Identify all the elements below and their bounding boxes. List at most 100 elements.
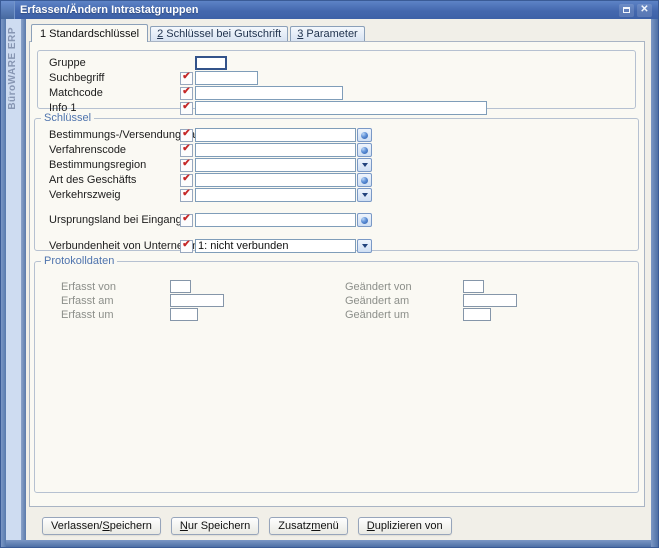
gruppe-row: Gruppe (49, 56, 635, 70)
brand-text: BüroWARE ERP (7, 27, 18, 110)
window-frame-bottom (1, 540, 658, 547)
titlebar[interactable]: Erfassen/Ändern Intrastatgruppen ✕ (1, 1, 658, 19)
close-icon: ✕ (640, 5, 648, 15)
erfasst-um-row: Erfasst um (61, 308, 345, 321)
geaendert-am-input[interactable] (463, 294, 517, 307)
globe-icon (361, 147, 368, 154)
geaendert-von-row: Geändert von (345, 280, 517, 293)
ursprungsland-bei-eingang-row: Ursprungsland bei Eingang ✔ (49, 213, 638, 227)
left-divider (21, 19, 26, 540)
restore-window-button[interactable] (619, 4, 634, 17)
erfasst-am-input[interactable] (170, 294, 224, 307)
bestimmungsregion-dropdown-button[interactable] (357, 158, 372, 172)
check-icon: ✔ (182, 214, 190, 224)
brand-strip: BüroWARE ERP (6, 19, 21, 540)
check-icon: ✔ (182, 144, 190, 154)
check-icon: ✔ (182, 87, 190, 97)
check-icon: ✔ (182, 129, 190, 139)
verfahrenscode-label: Verfahrenscode (49, 144, 180, 156)
tabstrip: 1 Standardschlüssel 2 Schlüssel bei Guts… (31, 23, 365, 41)
check-icon: ✔ (182, 240, 190, 250)
window-title: Erfassen/Ändern Intrastatgruppen (15, 4, 619, 16)
matchcode-edit-button[interactable]: ✔ (180, 87, 193, 100)
art-des-geschaefts-label: Art des Geschäfts (49, 174, 180, 186)
suchbegriff-edit-button[interactable]: ✔ (180, 72, 193, 85)
bestimmungs-versendungsland-row: Bestimmungs-/Versendungsland ✔ (49, 128, 638, 142)
verkehrszweig-edit-button[interactable]: ✔ (180, 189, 193, 202)
dropdown-arrow-icon (362, 244, 368, 248)
erfasst-von-row: Erfasst von (61, 280, 345, 293)
titlebar-grip (1, 1, 15, 19)
check-icon: ✔ (182, 189, 190, 199)
erfasst-von-label: Erfasst von (61, 281, 170, 293)
app-window: Erfassen/Ändern Intrastatgruppen ✕ BüroW… (0, 0, 659, 548)
verkehrszweig-input[interactable] (195, 188, 356, 202)
art-des-geschaefts-lookup-button[interactable] (357, 173, 372, 187)
gruppe-input[interactable] (195, 56, 227, 70)
protokoll-columns: Erfasst von Erfasst am Erfasst um (35, 280, 638, 322)
tab-parameter[interactable]: 3 Parameter (290, 26, 365, 41)
verbundenheit-von-unternehmen-label: Verbundenheit von Unternehmen (49, 240, 180, 252)
verfahrenscode-edit-button[interactable]: ✔ (180, 144, 193, 157)
nur-speichern-button[interactable]: Nur Speichern (171, 517, 259, 535)
bestimmungs-versendungsland-input[interactable] (195, 128, 356, 142)
globe-icon (361, 177, 368, 184)
geaendert-von-input[interactable] (463, 280, 484, 293)
bestimmungs-versendungsland-lookup-button[interactable] (357, 128, 372, 142)
verbundenheit-von-unternehmen-edit-button[interactable]: ✔ (180, 240, 193, 253)
window-frame-right (651, 19, 658, 547)
bestimmungs-versendungsland-edit-button[interactable]: ✔ (180, 129, 193, 142)
duplizieren-von-button[interactable]: Duplizieren von (358, 517, 452, 535)
art-des-geschaefts-input[interactable] (195, 173, 356, 187)
suchbegriff-label: Suchbegriff (49, 72, 180, 84)
bestimmungs-versendungsland-label: Bestimmungs-/Versendungsland (49, 129, 180, 141)
ursprungsland-bei-eingang-input[interactable] (195, 213, 356, 227)
group-schluessel-title: Schlüssel (41, 112, 94, 124)
tab-standardschluessel[interactable]: 1 Standardschlüssel (31, 24, 148, 42)
tab-label: 3 Parameter (297, 28, 358, 40)
verfahrenscode-lookup-button[interactable] (357, 143, 372, 157)
action-button-row: Verlassen/Speichern Nur Speichern Zusatz… (42, 517, 452, 535)
ursprungsland-bei-eingang-edit-button[interactable]: ✔ (180, 214, 193, 227)
group-schluessel: Schlüssel Bestimmungs-/Versendungsland ✔… (34, 118, 639, 251)
verkehrszweig-label: Verkehrszweig (49, 189, 180, 201)
bestimmungsregion-label: Bestimmungsregion (49, 159, 180, 171)
verbundenheit-von-unternehmen-select[interactable] (195, 239, 356, 253)
restore-icon (623, 7, 630, 13)
bestimmungsregion-edit-button[interactable]: ✔ (180, 159, 193, 172)
geaendert-um-input[interactable] (463, 308, 491, 321)
info1-input[interactable] (195, 101, 487, 115)
matchcode-row: Matchcode ✔ (49, 86, 635, 100)
window-controls: ✕ (619, 4, 658, 17)
group-basisdaten: Gruppe Suchbegriff ✔ Matchcode ✔ Info 1 … (37, 50, 636, 109)
geaendert-von-label: Geändert von (345, 281, 463, 293)
suchbegriff-input[interactable] (195, 71, 258, 85)
info1-edit-button[interactable]: ✔ (180, 102, 193, 115)
bestimmungsregion-input[interactable] (195, 158, 356, 172)
info1-row: Info 1 ✔ (49, 101, 635, 115)
verkehrszweig-dropdown-button[interactable] (357, 188, 372, 202)
verfahrenscode-row: Verfahrenscode ✔ (49, 143, 638, 157)
ursprungsland-bei-eingang-lookup-button[interactable] (357, 213, 372, 227)
check-icon: ✔ (182, 72, 190, 82)
verbundenheit-von-unternehmen-dropdown-button[interactable] (357, 239, 372, 253)
verfahrenscode-input[interactable] (195, 143, 356, 157)
zusatzmenu-button[interactable]: Zusatzmenü (269, 517, 348, 535)
verkehrszweig-row: Verkehrszweig ✔ (49, 188, 638, 202)
matchcode-label: Matchcode (49, 87, 180, 99)
erfasst-um-input[interactable] (170, 308, 198, 321)
art-des-geschaefts-edit-button[interactable]: ✔ (180, 174, 193, 187)
matchcode-input[interactable] (195, 86, 343, 100)
tab-schluessel-bei-gutschrift[interactable]: 2 Schlüssel bei Gutschrift (150, 26, 288, 41)
globe-icon (361, 132, 368, 139)
erfasst-am-row: Erfasst am (61, 294, 345, 307)
tab-label: 2 Schlüssel bei Gutschrift (157, 28, 281, 40)
tab-label: 1 Standardschlüssel (40, 28, 139, 40)
close-window-button[interactable]: ✕ (637, 4, 652, 17)
spacer (49, 228, 638, 239)
check-icon: ✔ (182, 159, 190, 169)
geaendert-um-label: Geändert um (345, 309, 463, 321)
geaendert-am-row: Geändert am (345, 294, 517, 307)
erfasst-von-input[interactable] (170, 280, 191, 293)
verlassen-speichern-button[interactable]: Verlassen/Speichern (42, 517, 161, 535)
